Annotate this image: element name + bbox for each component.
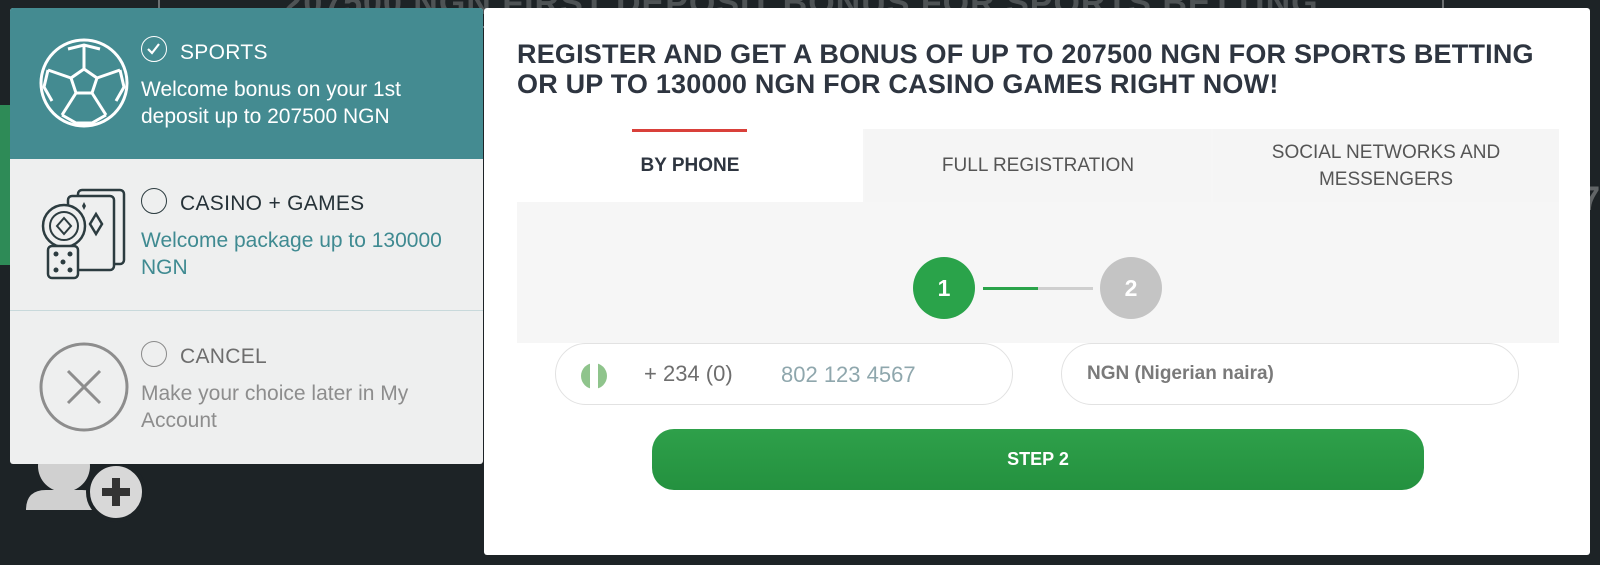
checkmark-icon xyxy=(147,43,160,55)
step-2-button[interactable]: STEP 2 xyxy=(652,429,1424,490)
nigeria-flag-icon[interactable] xyxy=(581,363,607,389)
registration-heading: REGISTER AND GET A BONUS OF UP TO 207500… xyxy=(517,39,1534,99)
sports-radio-checked[interactable] xyxy=(141,36,167,62)
tab-full-registration[interactable]: FULL REGISTRATION xyxy=(865,129,1211,202)
currency-value: NGN (Nigerian naira) xyxy=(1087,363,1274,384)
add-user-icon xyxy=(26,440,146,554)
step-2-indicator: 2 xyxy=(1100,257,1162,319)
phone-field[interactable]: + 234 (0) xyxy=(555,343,1013,405)
currency-select[interactable]: NGN (Nigerian naira) xyxy=(1061,343,1519,405)
casino-title: CASINO + GAMES xyxy=(180,192,365,215)
soccer-ball-icon xyxy=(38,37,130,129)
tab-social-networks[interactable]: SOCIAL NETWORKS AND MESSENGERS xyxy=(1213,129,1559,202)
registration-card: BY PHONE FULL REGISTRATION SOCIAL NETWOR… xyxy=(517,129,1559,521)
step-1-indicator: 1 xyxy=(913,257,975,319)
bonus-option-sports[interactable]: SPORTS Welcome bonus on your 1st deposit… xyxy=(10,8,483,159)
bonus-selection-panel: SPORTS Welcome bonus on your 1st deposit… xyxy=(10,8,483,464)
sports-title: SPORTS xyxy=(180,41,268,64)
phone-number-input[interactable] xyxy=(781,356,991,394)
registration-stepper: 1 2 xyxy=(517,257,1559,319)
step-progress-fill xyxy=(983,287,1038,290)
tab-by-phone[interactable]: BY PHONE xyxy=(517,129,863,202)
cancel-title: CANCEL xyxy=(180,345,267,368)
casino-description: Welcome package up to 130000 NGN xyxy=(141,229,442,279)
close-circle-icon xyxy=(38,341,130,433)
sports-description: Welcome bonus on your 1st deposit up to … xyxy=(141,78,401,128)
casino-cards-chip-dice-icon xyxy=(40,188,126,282)
step-progress-line xyxy=(983,287,1093,290)
registration-tabs: BY PHONE FULL REGISTRATION SOCIAL NETWOR… xyxy=(517,129,1559,202)
background-green-strip xyxy=(0,105,10,265)
phone-country-code: + 234 (0) xyxy=(644,361,733,386)
casino-radio[interactable] xyxy=(141,188,167,214)
bonus-option-cancel[interactable]: CANCEL Make your choice later in My Acco… xyxy=(10,312,483,464)
bonus-option-casino[interactable]: CASINO + GAMES Welcome package up to 130… xyxy=(10,159,483,311)
cancel-radio[interactable] xyxy=(141,341,167,367)
registration-modal: REGISTER AND GET A BONUS OF UP TO 207500… xyxy=(484,8,1590,555)
cancel-description: Make your choice later in My Account xyxy=(141,382,409,432)
registration-form: + 234 (0) NGN (Nigerian naira) STEP 2 xyxy=(517,343,1559,521)
